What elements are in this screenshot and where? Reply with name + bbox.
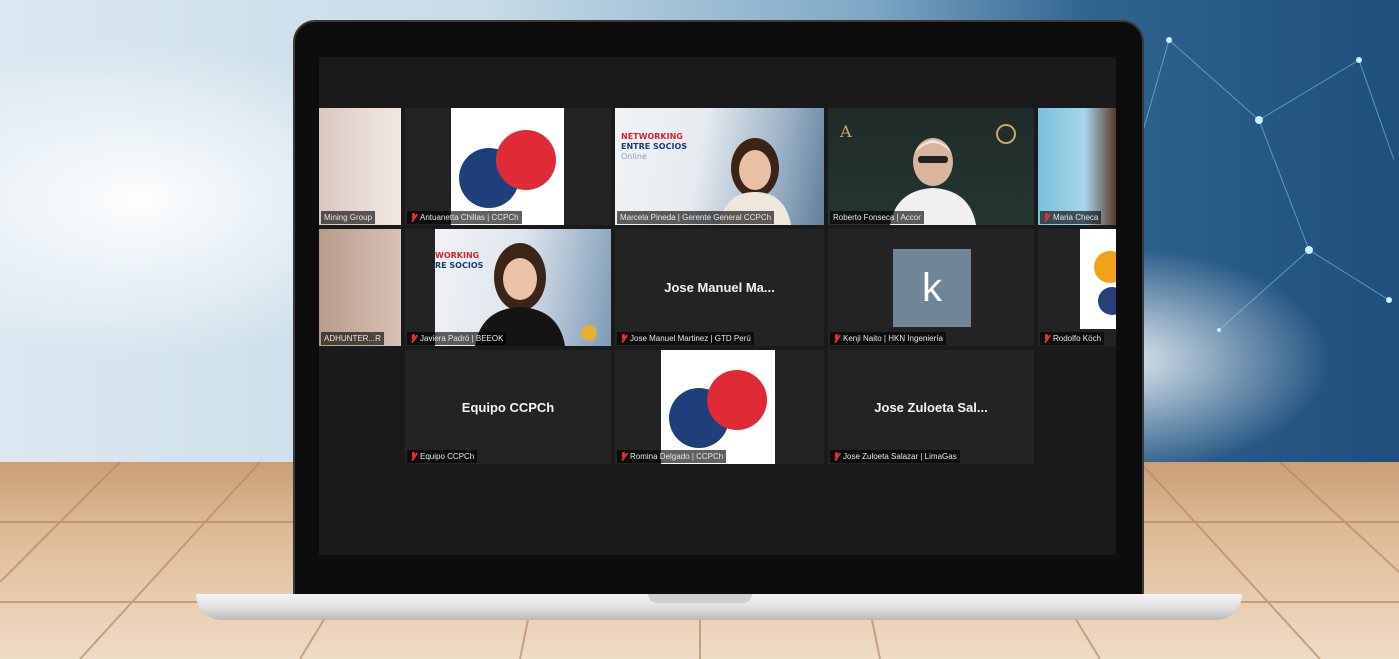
participant-name-label: Jose Zuloeta Salazar | LimaGas [830, 450, 960, 463]
participant-display-name: Jose Manuel Ma... [664, 280, 775, 296]
ccpch-logo [661, 350, 775, 464]
participant-tile[interactable]: Romina Delgado | CCPCh [615, 350, 824, 464]
participant-name-label: Antuanetta Chillas | CCPCh [407, 211, 522, 224]
laptop-hinge-notch [648, 594, 752, 603]
participant-name-label: ADHUNTER...R [321, 332, 384, 345]
mic-muted-icon [620, 452, 627, 461]
participant-name-label: Romina Delgado | CCPCh [617, 450, 727, 463]
banner-tagline: Online [621, 152, 647, 161]
mic-muted-icon [410, 452, 417, 461]
mic-muted-icon [1043, 334, 1050, 343]
participant-video [475, 243, 565, 346]
participant-tile[interactable]: Jose Zuloeta Sal... Jose Zuloeta Salazar… [828, 350, 1034, 464]
mic-muted-icon [620, 334, 627, 343]
participant-tile[interactable]: ADHUNTER...R [319, 229, 401, 346]
participant-tile[interactable]: WORKING RE SOCIOS Javiera Padró | BEEOK [405, 229, 611, 346]
participant-name-label: Marcela Pineda | Gerente General CCPCh [617, 211, 775, 224]
mic-muted-icon [410, 213, 417, 222]
participant-name-label: Kenji Naito | HKN Ingeniería [830, 332, 946, 345]
banner-title: NETWORKING [621, 132, 683, 141]
participant-name-label: Jose Manuel Martinez | GTD Perú [617, 332, 754, 345]
mic-muted-icon [833, 452, 840, 461]
participant-name-label: Equipo CCPCh [407, 450, 478, 463]
participant-name-label: Maria Checa [1040, 211, 1102, 224]
video-call-gallery: Mining Group Antuanetta Chillas | CCPCh … [319, 57, 1116, 555]
participant-tile[interactable]: Maria Checa [1038, 108, 1116, 225]
accor-logo-letter: A [840, 122, 852, 141]
participant-display-name: Jose Zuloeta Sal... [874, 400, 988, 416]
beeok-logo-icon [581, 325, 597, 341]
participant-tile[interactable]: Equipo CCPCh Equipo CCPCh [405, 350, 611, 464]
participant-tile[interactable]: Antuanetta Chillas | CCPCh [405, 108, 611, 225]
banner-subtitle: ENTRE SOCIOS [621, 142, 687, 151]
company-logo [1080, 229, 1116, 329]
participant-tile[interactable]: Jose Manuel Ma... Jose Manuel Martinez |… [615, 229, 824, 346]
participant-tile[interactable]: Rodolfo Köch [1038, 229, 1116, 346]
participant-name-label: Rodolfo Köch [1040, 332, 1105, 345]
participant-name-label: Javiera Padró | BEEOK [407, 332, 507, 345]
participant-tile[interactable]: Mining Group [319, 108, 401, 225]
mic-muted-icon [1043, 213, 1050, 222]
gold-badge-icon [996, 124, 1016, 144]
participant-display-name: Equipo CCPCh [461, 400, 555, 416]
mic-muted-icon [833, 334, 840, 343]
active-speaker-tile[interactable]: NETWORKING ENTRE SOCIOS Online Marcela P… [615, 108, 824, 225]
participant-tile[interactable]: k Kenji Naito | HKN Ingeniería [828, 229, 1034, 346]
participant-tile[interactable]: A Roberto Fonseca | Accor [828, 108, 1034, 225]
avatar: k [893, 249, 971, 327]
mic-muted-icon [410, 334, 417, 343]
ccpch-logo [451, 108, 564, 225]
participant-name-label: Mining Group [321, 211, 376, 224]
participant-name-label: Roberto Fonseca | Accor [830, 211, 924, 224]
